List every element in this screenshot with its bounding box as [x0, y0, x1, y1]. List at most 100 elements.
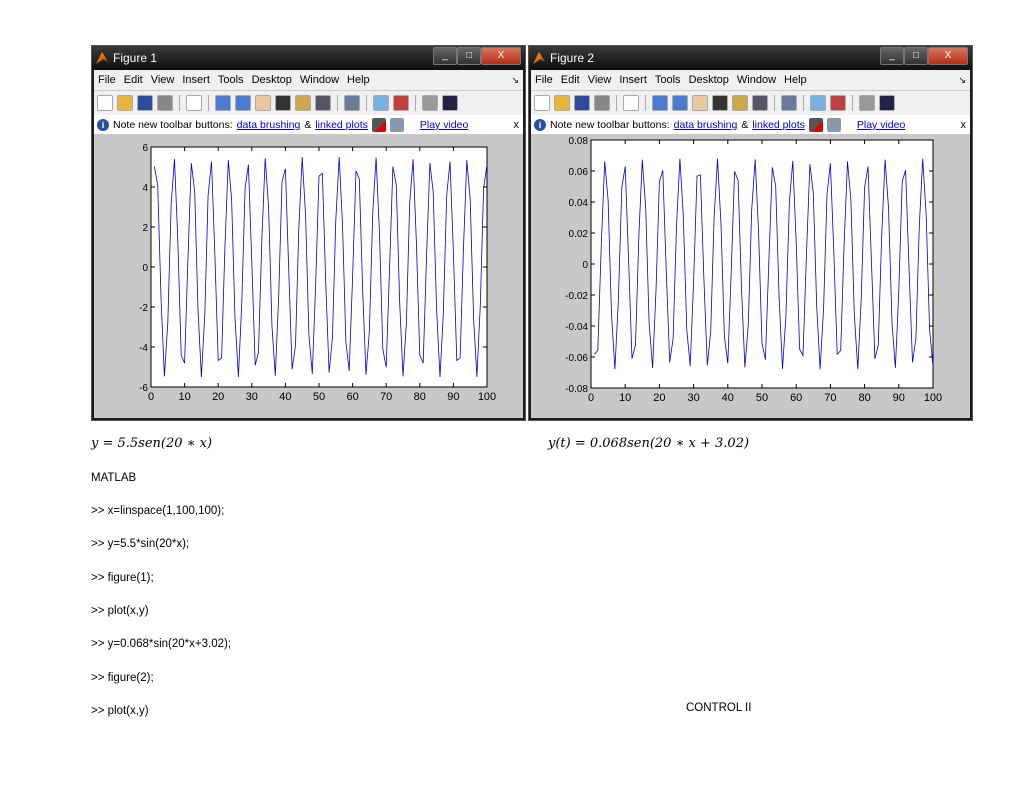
- toolbar-button-icon[interactable]: [215, 95, 231, 111]
- toolbar-separator: [208, 95, 209, 111]
- link-icon: [389, 118, 404, 132]
- toolbar-button-icon[interactable]: [137, 95, 153, 111]
- figure-toolbar: [94, 90, 523, 115]
- toolbar-button-icon[interactable]: [574, 95, 590, 111]
- toolbar-button-icon[interactable]: [652, 95, 668, 111]
- menu-view[interactable]: View: [588, 74, 612, 86]
- menu-file[interactable]: File: [535, 74, 553, 86]
- toolbar-button-icon[interactable]: [554, 95, 570, 111]
- toolbar-button-icon[interactable]: [97, 95, 113, 111]
- play-video-link[interactable]: Play video: [420, 119, 468, 131]
- x-tick-label: 20: [212, 391, 224, 403]
- toolbar-button-icon[interactable]: [534, 95, 550, 111]
- menu-desktop[interactable]: Desktop: [252, 74, 292, 86]
- linked-plots-link[interactable]: linked plots: [315, 119, 368, 131]
- x-tick-label: 70: [380, 391, 392, 403]
- toolbar-button-icon[interactable]: [442, 95, 458, 111]
- menu-desktop[interactable]: Desktop: [689, 74, 729, 86]
- toolbar-button-icon[interactable]: [186, 95, 202, 111]
- toolbar-button-icon[interactable]: [732, 95, 748, 111]
- y-tick-label: -0.08: [565, 384, 588, 395]
- minimize-button[interactable]: _: [433, 47, 457, 65]
- toolbar-button-icon[interactable]: [275, 95, 291, 111]
- toolbar-button-icon[interactable]: [879, 95, 895, 111]
- menu-file[interactable]: File: [98, 74, 116, 86]
- toolbar-button-icon[interactable]: [752, 95, 768, 111]
- toolbar-button-icon[interactable]: [781, 95, 797, 111]
- title-bar: Figure 1 _ □ X: [92, 46, 525, 70]
- toolbar-button-icon[interactable]: [623, 95, 639, 111]
- toolbar-separator: [645, 95, 646, 111]
- menu-window[interactable]: Window: [300, 74, 339, 86]
- close-button[interactable]: X: [481, 47, 521, 65]
- toolbar-button-icon[interactable]: [594, 95, 610, 111]
- toolbar-separator: [337, 95, 338, 111]
- info-icon: i: [97, 119, 109, 131]
- toolbar-button-icon[interactable]: [157, 95, 173, 111]
- toolbar-button-icon[interactable]: [810, 95, 826, 111]
- menu-tools[interactable]: Tools: [218, 74, 244, 86]
- command-line: >> y=0.068*sin(20*x+3.02);: [91, 638, 232, 651]
- x-tick-label: 70: [824, 392, 836, 404]
- command-line: >> figure(1);: [91, 571, 154, 584]
- toolbar-button-icon[interactable]: [255, 95, 271, 111]
- y-tick-label: -0.06: [565, 353, 588, 364]
- minimize-button[interactable]: _: [880, 47, 904, 65]
- chart-1: 0 10 20 30 40 50 60 70 80 90 1006420-2-4-6: [139, 143, 496, 403]
- toolbar-button-icon[interactable]: [295, 95, 311, 111]
- maximize-button[interactable]: □: [457, 47, 481, 65]
- menu-insert[interactable]: Insert: [619, 74, 647, 86]
- x-tick-label: 20: [653, 392, 665, 404]
- toolbar-button-icon[interactable]: [422, 95, 438, 111]
- menu-edit[interactable]: Edit: [124, 74, 143, 86]
- y-tick-label: 0.02: [569, 229, 589, 240]
- x-tick-label: 90: [893, 392, 905, 404]
- menu-tools[interactable]: Tools: [655, 74, 681, 86]
- dock-arrow-icon[interactable]: ↘: [958, 75, 966, 86]
- data-brushing-link[interactable]: data brushing: [237, 119, 301, 131]
- matlab-logo-icon: [96, 52, 108, 64]
- menu-bar: File Edit View Insert Tools Desktop Window Help…: [531, 70, 970, 90]
- toolbar-button-icon[interactable]: [712, 95, 728, 111]
- toolbar-separator: [366, 95, 367, 111]
- data-brushing-link[interactable]: data brushing: [674, 119, 738, 131]
- x-tick-label: 80: [858, 392, 870, 404]
- maximize-button[interactable]: □: [904, 47, 928, 65]
- x-tick-label: 100: [924, 392, 942, 404]
- toolbar-button-icon[interactable]: [692, 95, 708, 111]
- y-tick-label: -0.02: [565, 291, 588, 302]
- y-tick-label: -2: [139, 303, 148, 314]
- menu-view[interactable]: View: [151, 74, 175, 86]
- toolbar-button-icon[interactable]: [859, 95, 875, 111]
- toolbar-button-icon[interactable]: [315, 95, 331, 111]
- toolbar-button-icon[interactable]: [117, 95, 133, 111]
- menu-insert[interactable]: Insert: [182, 74, 210, 86]
- toolbar-button-icon[interactable]: [344, 95, 360, 111]
- dock-arrow-icon[interactable]: ↘: [511, 75, 519, 86]
- toolbar-button-icon[interactable]: [393, 95, 409, 111]
- close-note-button[interactable]: x: [514, 119, 520, 131]
- menu-edit[interactable]: Edit: [561, 74, 580, 86]
- y-tick-label: 0: [142, 263, 148, 274]
- x-tick-label: 30: [687, 392, 699, 404]
- y-tick-label: -6: [139, 383, 148, 394]
- menu-help[interactable]: Help: [784, 74, 807, 86]
- play-video-link[interactable]: Play video: [857, 119, 905, 131]
- toolbar-note: i Note new toolbar buttons: data brushin…: [94, 115, 523, 135]
- toolbar-button-icon[interactable]: [672, 95, 688, 111]
- toolbar-button-icon[interactable]: [235, 95, 251, 111]
- equation-2: y(t) = 0.068sen(20 ∗ x + 3.02): [548, 436, 750, 451]
- menu-window[interactable]: Window: [737, 74, 776, 86]
- document-page: Figure 1 _ □ X File Edit View Insert Tools Desk…: [0, 0, 1023, 791]
- command-line: >> y=5.5*sin(20*x);: [91, 538, 190, 551]
- toolbar-separator: [774, 95, 775, 111]
- y-tick-label: -0.04: [565, 322, 588, 333]
- chart-2: 0 10 20 30 40 50 60 70 80 90 1000.080.060.040.020-…: [565, 136, 942, 404]
- menu-help[interactable]: Help: [347, 74, 370, 86]
- linked-plots-link[interactable]: linked plots: [752, 119, 805, 131]
- toolbar-button-icon[interactable]: [830, 95, 846, 111]
- close-button[interactable]: X: [928, 47, 968, 65]
- toolbar-separator: [803, 95, 804, 111]
- close-note-button[interactable]: x: [961, 119, 967, 131]
- toolbar-button-icon[interactable]: [373, 95, 389, 111]
